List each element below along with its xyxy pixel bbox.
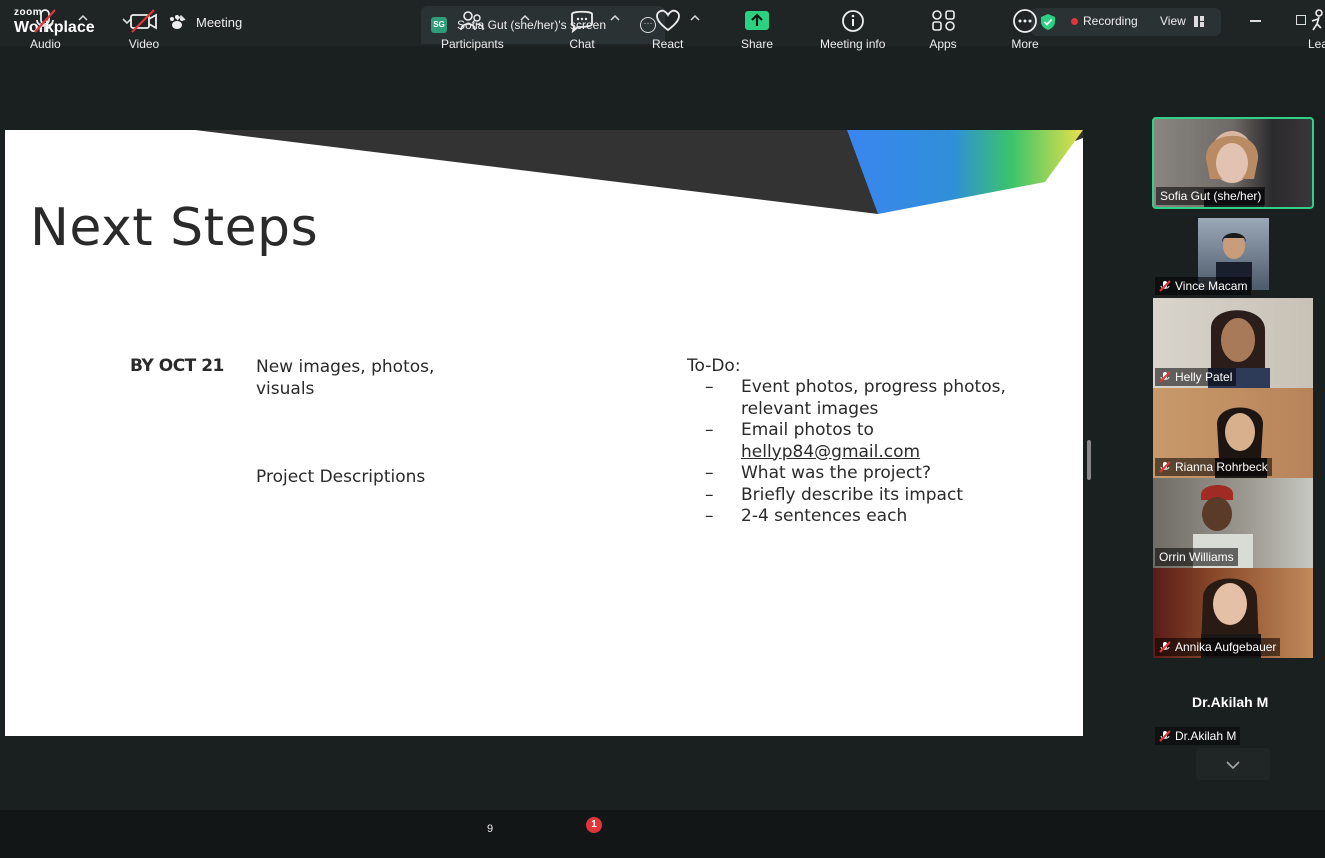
heart-icon [655, 9, 680, 32]
participant-name: Annika Aufgebauer [1175, 640, 1277, 654]
recording-status-bar: Recording View [1031, 8, 1221, 36]
task-descriptions: Project Descriptions [256, 467, 426, 487]
chat-options-caret-icon[interactable] [610, 14, 620, 22]
participant-name: Orrin Williams [1159, 550, 1234, 564]
todo-item-text: Event photos, progress photos, relevant … [741, 377, 1006, 419]
participants-label: Participants [441, 37, 504, 51]
info-icon [841, 10, 864, 32]
chat-unread-badge: 1 [586, 817, 602, 833]
todo-item: – Event photos, progress photos, relevant… [705, 377, 1065, 420]
video-off-icon [130, 9, 157, 33]
audio-options-caret-icon[interactable] [78, 14, 88, 22]
todo-item-text: Briefly describe its impact [741, 484, 963, 505]
chevron-down-icon [1226, 761, 1240, 770]
participant-name: Sofia Gut (she/her) [1160, 189, 1262, 203]
react-button[interactable]: React [652, 8, 683, 51]
react-label: React [652, 37, 684, 51]
recording-label[interactable]: Recording [1083, 14, 1138, 28]
participant-name-tag: Helly Patel [1155, 368, 1237, 386]
tab-meeting-label: Meeting [196, 14, 243, 30]
share-screen-icon [745, 11, 770, 30]
react-options-caret-icon[interactable] [690, 14, 700, 22]
participant-name-tag: Dr.Akilah M [1155, 727, 1241, 745]
participant-name: Rianna Rohrbeck [1175, 460, 1268, 474]
more-label: More [1011, 37, 1039, 51]
apps-button[interactable]: Apps [929, 8, 957, 51]
participant-name-tag: Sofia Gut (she/her) [1156, 187, 1266, 205]
mic-muted-icon [1159, 461, 1171, 473]
participant-name-tag: Orrin Williams [1155, 548, 1238, 566]
leave-icon [1311, 9, 1323, 31]
participant-video-tile[interactable]: Annika Aufgebauer [1153, 568, 1313, 658]
participants-icon [460, 11, 485, 31]
view-grid-icon[interactable] [1194, 16, 1204, 27]
share-label: Share [741, 37, 774, 51]
slide-title: Next Steps [30, 198, 319, 258]
email-link[interactable]: hellyp84@gmail.com [741, 442, 920, 462]
apps-label: Apps [929, 37, 957, 51]
leave-button[interactable]: Lea [1305, 8, 1325, 51]
video-label: Video [128, 37, 160, 51]
todo-item-text: 2-4 sentences each [741, 506, 908, 526]
participants-button[interactable]: Participants [441, 8, 504, 51]
list-dash: – [705, 420, 714, 440]
participant-display-name: Dr.Akilah M [1192, 694, 1269, 710]
todo-item: – 2-4 sentences each [705, 506, 1065, 528]
audio-label: Audio [30, 37, 61, 51]
todo-list: – Event photos, progress photos, relevant… [705, 377, 1065, 528]
participant-name: Dr.Akilah M [1175, 729, 1237, 743]
panel-resize-handle[interactable] [1087, 440, 1091, 480]
participant-name: Vince Macam [1175, 279, 1248, 293]
todo-item-text: Email photos to [741, 420, 874, 440]
participant-video-tile[interactable]: Helly Patel [1153, 298, 1313, 388]
more-button[interactable]: More [1011, 8, 1039, 51]
list-dash: – [705, 506, 714, 526]
participant-name-tag: Annika Aufgebauer [1155, 638, 1281, 656]
participant-name: Helly Patel [1175, 370, 1233, 384]
shield-check-icon[interactable] [1039, 13, 1057, 31]
presentation-slide: Next Steps BY OCT 21 New images, photos,… [5, 130, 1083, 736]
apps-icon [932, 10, 955, 31]
leave-label: Lea [1308, 37, 1325, 51]
participant-video-tile[interactable]: Sofia Gut (she/her) [1152, 117, 1314, 209]
meeting-info-button[interactable]: Meeting info [820, 8, 885, 51]
audio-button[interactable]: Audio [30, 8, 61, 51]
meeting-toolbar [0, 810, 1325, 858]
video-button[interactable]: Video [128, 8, 160, 51]
share-button[interactable]: Share [741, 8, 773, 51]
mic-muted-icon [1159, 371, 1171, 383]
participant-name-tag: Rianna Rohrbeck [1155, 458, 1272, 476]
participant-video-tile[interactable]: Rianna Rohrbeck [1153, 388, 1313, 478]
recording-dot-icon [1071, 18, 1078, 25]
mic-muted-icon [34, 9, 57, 33]
list-dash: – [705, 377, 714, 397]
mic-muted-icon [1159, 641, 1171, 653]
list-dash: – [705, 463, 714, 483]
todo-item-text: What was the project? [741, 463, 931, 483]
gallery-scroll-down-button[interactable] [1196, 748, 1270, 780]
participant-name-tag: Vince Macam [1155, 277, 1252, 295]
todo-item: – Email photos to hellyp84@gmail.com [705, 420, 1065, 463]
participants-options-caret-icon[interactable] [520, 14, 530, 22]
mic-muted-icon [1159, 280, 1171, 292]
deadline-label: BY OCT 21 [130, 356, 224, 376]
task-images: New images, photos, visuals [256, 357, 435, 399]
minimize-button[interactable] [1250, 20, 1261, 22]
chat-button[interactable]: Chat [568, 8, 596, 51]
participants-count: 9 [487, 823, 494, 835]
todo-item: – Briefly describe its impact [705, 485, 1065, 507]
todo-item: – What was the project? [705, 463, 1065, 485]
chat-label: Chat [569, 37, 595, 51]
mic-muted-icon [1159, 730, 1171, 742]
more-icon [1013, 9, 1037, 33]
video-options-caret-icon[interactable] [176, 14, 186, 22]
view-button[interactable]: View [1160, 14, 1186, 28]
list-dash: – [705, 484, 714, 505]
chat-icon [571, 10, 593, 34]
participant-video-tile[interactable]: Orrin Williams [1153, 478, 1313, 568]
meeting-info-label: Meeting info [820, 37, 886, 51]
todo-heading: To-Do: [687, 356, 741, 376]
